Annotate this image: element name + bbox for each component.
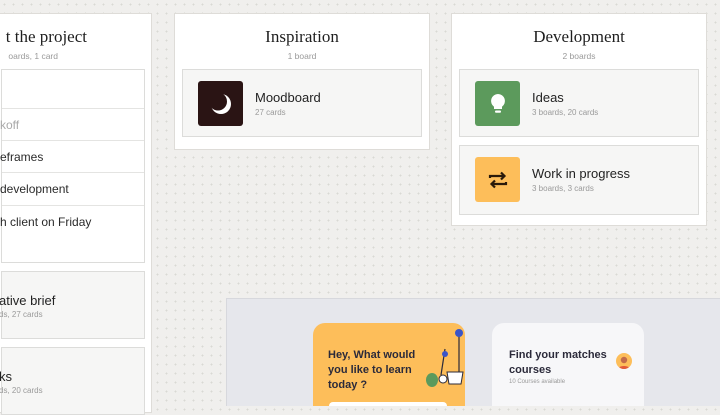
board-card-ideas[interactable]: Ideas 3 boards, 20 cards [459, 69, 699, 137]
card-title: Work in progress [532, 166, 631, 181]
card-meta: ds, 27 cards [0, 310, 43, 319]
learn-input[interactable] [329, 402, 447, 406]
board-card-work-in-progress[interactable]: Work in progress 3 boards, 3 cards [459, 145, 699, 215]
column-development: Development 2 boards Ideas 3 boards, 20 … [451, 13, 707, 226]
column-title: Development [533, 27, 625, 46]
board-card-moodboard[interactable]: Moodboard 27 cards [182, 69, 422, 137]
card-title: Moodboard [255, 90, 321, 105]
card-meta: 3 boards, 20 cards [532, 108, 599, 117]
column-subtitle: 1 board [287, 51, 317, 61]
promo-image-card[interactable]: Hey, What would you like to learn today … [226, 298, 720, 406]
list-item[interactable]: development [0, 172, 144, 205]
checklist-card[interactable]: koff eframes development h client on Fri… [0, 69, 145, 264]
repeat-icon [475, 157, 520, 202]
column-subtitle: oards, 1 card [8, 51, 58, 61]
card-meta: 3 boards, 3 cards [532, 184, 594, 193]
card-meta: ds, 20 cards [0, 386, 43, 395]
list-item[interactable]: eframes [0, 140, 144, 173]
lightbulb-icon [475, 81, 520, 126]
courses-title: Find your matches courses [509, 349, 607, 376]
card-meta: 27 cards [255, 108, 286, 117]
courses-count: 10 Courses available [509, 379, 566, 385]
column-subtitle: 2 boards [562, 51, 596, 61]
courses-card: Find your matches courses 10 Courses ava… [492, 323, 644, 406]
column-project: t the project oards, 1 card koff eframes… [0, 13, 152, 415]
column-title: Inspiration [265, 27, 339, 46]
plant-illustration-icon [426, 329, 464, 387]
moon-icon [198, 81, 243, 126]
list-item[interactable]: koff [0, 108, 144, 141]
column-title: t the project [5, 27, 87, 46]
list-item[interactable]: h client on Friday [0, 205, 144, 264]
card-title: ative brief [0, 293, 56, 308]
card-title: Ideas [532, 90, 564, 105]
avatar [616, 353, 632, 369]
board-card-creative-brief[interactable]: ative brief ds, 27 cards [0, 271, 145, 339]
learn-card: Hey, What would you like to learn today … [313, 323, 465, 406]
card-title: ks [0, 369, 12, 384]
column-inspiration: Inspiration 1 board Moodboard 27 cards [174, 13, 430, 150]
